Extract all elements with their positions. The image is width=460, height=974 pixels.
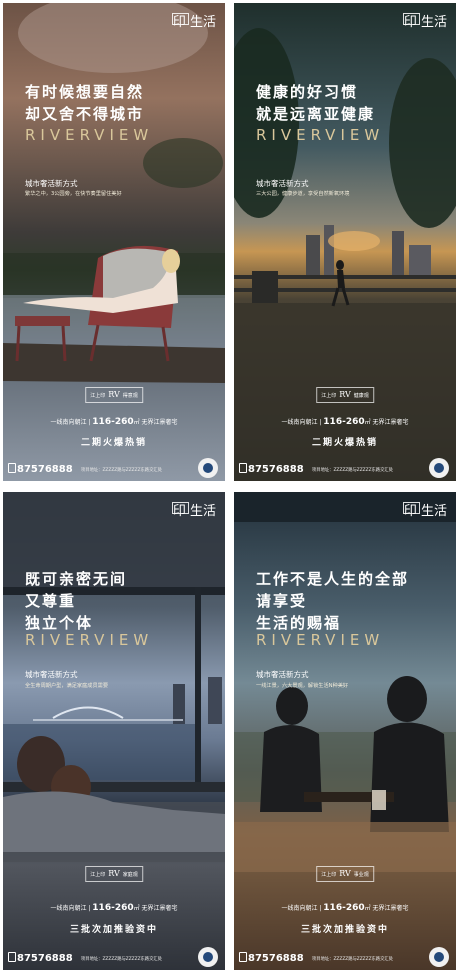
sales-status: 二期火爆热销	[311, 438, 378, 448]
project-emblem: 江上印 RV 家庭观	[85, 866, 143, 882]
phone-number[interactable]: 87576888	[248, 953, 304, 964]
headline-line: 既可亲密无间	[25, 570, 128, 588]
headline-line: 却又舍不得城市	[25, 105, 145, 123]
unit-spec: 一线南向朝江 | 116-260㎡ 无界江景奢宅	[281, 903, 409, 913]
qr-code-icon[interactable]	[198, 947, 218, 967]
headline-line: 就是远离亚健康	[256, 105, 376, 123]
tagline: 城市奢活新方式	[256, 670, 309, 679]
headline: 有时候想要自然 却又舍不得城市	[25, 81, 144, 125]
riverview-wordmark: RIVERVIEW	[25, 126, 154, 144]
headline: 既可亲密无间 又尊重 独立个体	[25, 568, 127, 634]
headline: 健康的好习惯 就是远离亚健康	[256, 81, 375, 125]
emblem-right: 家庭观	[122, 872, 138, 878]
unit-spec: 一线南向朝江 | 116-260㎡ 无界江景奢宅	[50, 417, 178, 427]
emblem-left: 江上印	[321, 393, 337, 399]
qr-code-icon[interactable]	[198, 458, 218, 478]
subtext: 一线江景，六大景观，解锁生活N种美好	[256, 683, 349, 689]
phone-icon	[8, 463, 16, 473]
window-bridge-scene	[3, 492, 225, 862]
emblem-left: 江上印	[90, 872, 106, 878]
poster-health: 印 生活 健康的好习惯 就是远离亚健康 RIVERVIEW 城市奢活新方式 三大…	[234, 3, 456, 481]
subtext: 繁华之中，3公园旁，在快节奏里留住美好	[25, 191, 122, 197]
project-address: 项目地址：ZZZZZ路与ZZZZZ东路交汇处	[312, 957, 393, 962]
cafe-silhouette-scene	[234, 492, 456, 872]
phone-icon	[8, 952, 16, 962]
emblem-left: 江上印	[90, 393, 106, 399]
headline-line: 有时候想要自然	[25, 83, 145, 101]
headline-line: 请享受	[256, 592, 308, 610]
emblem-left: 江上印	[321, 872, 337, 878]
subtext: 三大公园，健康步道，享受自然新氧环境	[256, 191, 350, 197]
emblem-right: 健康观	[353, 393, 369, 399]
phone-icon	[239, 952, 247, 962]
contact-footer: 87576888 项目地址：ZZZZZ路与ZZZZZ东路交汇处	[234, 944, 456, 970]
sales-status: 二期火爆热销	[80, 438, 147, 448]
project-emblem: 江上印 RV 健康观	[316, 387, 374, 403]
riverview-wordmark: RIVERVIEW	[25, 631, 154, 649]
headline-line: 又尊重	[25, 592, 77, 610]
poster-family: 印 生活 既可亲密无间 又尊重 独立个体 RIVERVIEW 城市奢活新方式 全…	[3, 492, 225, 970]
brand-logo: 印 生活	[403, 504, 447, 519]
qr-code-icon[interactable]	[429, 458, 449, 478]
subtext: 全生命周期户型，满足家庭成员需要	[25, 683, 109, 689]
brand-logo: 印 生活	[172, 504, 216, 519]
phone-number[interactable]: 87576888	[17, 953, 73, 964]
unit-spec: 一线南向朝江 | 116-260㎡ 无界江景奢宅	[50, 903, 178, 913]
sales-status: 三批次加推验资中	[69, 925, 158, 935]
qr-code-icon[interactable]	[429, 947, 449, 967]
sales-status: 三批次加推验资中	[300, 925, 389, 935]
headline: 工作不是人生的全部 请享受 生活的赐福	[256, 568, 409, 634]
project-address: 项目地址：ZZZZZ路与ZZZZZ东路交汇处	[81, 957, 162, 962]
contact-footer: 87576888 项目地址：ZZZZZ路与ZZZZZ东路交汇处	[234, 455, 456, 481]
emblem-right: 得意观	[122, 393, 138, 399]
emblem-right: 事业观	[353, 872, 369, 878]
phone-number[interactable]: 87576888	[17, 464, 73, 475]
project-address: 项目地址：ZZZZZ路与ZZZZZ东路交汇处	[81, 468, 162, 473]
riverview-wordmark: RIVERVIEW	[256, 631, 385, 649]
unit-spec: 一线南向朝江 | 116-260㎡ 无界江景奢宅	[281, 417, 409, 427]
contact-footer: 87576888 项目地址：ZZZZZ路与ZZZZZ东路交汇处	[3, 944, 225, 970]
jogger-sunset-scene	[234, 28, 456, 481]
tagline: 城市奢活新方式	[256, 179, 309, 188]
phone-number[interactable]: 87576888	[248, 464, 304, 475]
headline-line: 健康的好习惯	[256, 83, 359, 101]
brand-logo: 印 生活	[172, 15, 216, 30]
project-emblem: 江上印 RV 得意观	[85, 387, 143, 403]
tagline: 城市奢活新方式	[25, 670, 78, 679]
project-emblem: 江上印 RV 事业观	[316, 866, 374, 882]
phone-icon	[239, 463, 247, 473]
poster-nature-city: 印 生活 有时候想要自然 却又舍不得城市 RIVERVIEW 城市奢活新方式 繁…	[3, 3, 225, 481]
poster-work-life: 印 生活 工作不是人生的全部 请享受 生活的赐福 RIVERVIEW 城市奢活新…	[234, 492, 456, 970]
riverview-wordmark: RIVERVIEW	[256, 126, 385, 144]
contact-footer: 87576888 项目地址：ZZZZZ路与ZZZZZ东路交汇处	[3, 455, 225, 481]
project-address: 项目地址：ZZZZZ路与ZZZZZ东路交汇处	[312, 468, 393, 473]
lounge-chair-scene	[3, 3, 225, 383]
tagline: 城市奢活新方式	[25, 179, 78, 188]
brand-logo: 印 生活	[403, 15, 447, 30]
headline-line: 工作不是人生的全部	[256, 570, 410, 588]
